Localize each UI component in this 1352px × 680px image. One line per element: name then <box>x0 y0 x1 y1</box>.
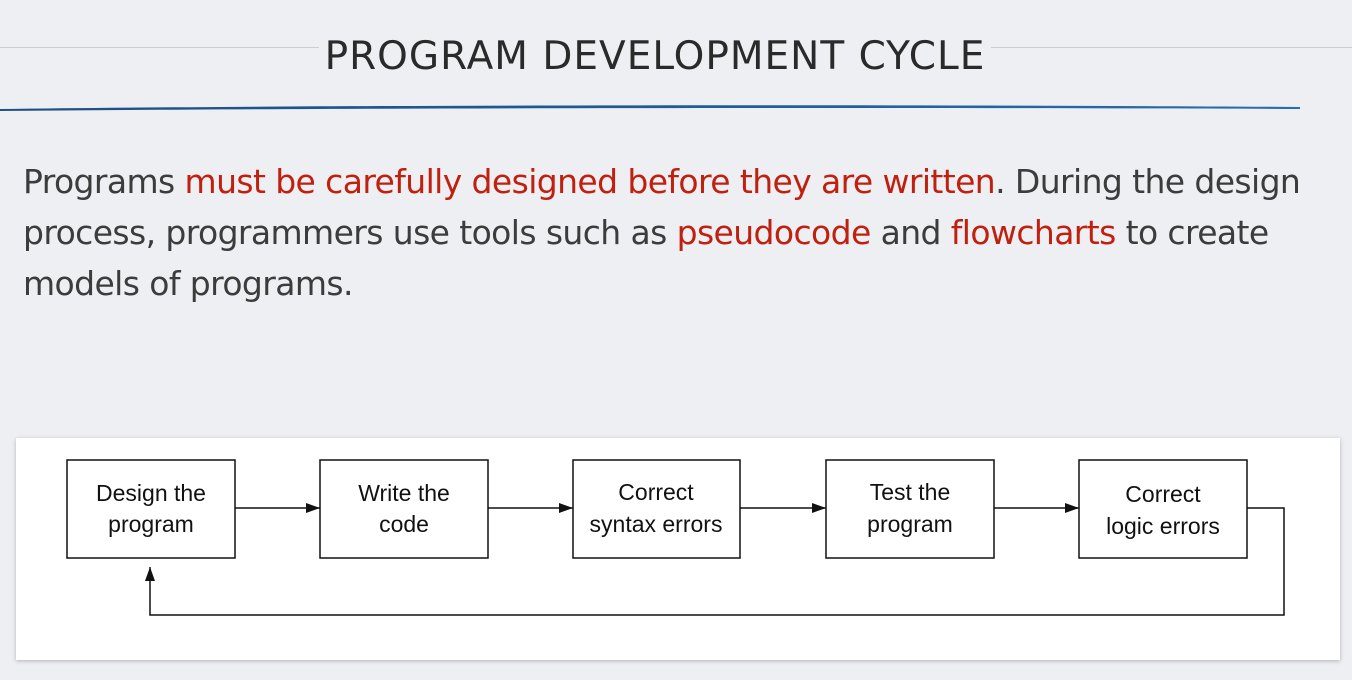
node-label-4a: Test the <box>870 479 951 505</box>
node-label-1b: program <box>108 511 194 537</box>
highlight-pseudocode: pseudocode <box>676 213 872 252</box>
node-label-3a: Correct <box>618 479 694 505</box>
node-design-program <box>66 459 236 559</box>
node-label-5a: Correct <box>1125 481 1201 507</box>
node-correct-logic-errors <box>1078 459 1248 559</box>
node-label-2a: Write the <box>358 480 450 506</box>
node-write-code <box>319 459 489 559</box>
node-label-5b: logic errors <box>1106 513 1220 539</box>
slide: PROGRAM DEVELOPMENT CYCLE Programs must … <box>0 0 1352 680</box>
node-label-1a: Design the <box>96 480 206 506</box>
slide-title-text: PROGRAM DEVELOPMENT CYCLE <box>318 34 992 79</box>
body-paragraph: Programs must be carefully designed befo… <box>23 156 1343 309</box>
title-underline-swoosh <box>0 105 1300 111</box>
highlight-careful-design: must be carefully designed before they a… <box>184 162 996 201</box>
body-text-3: and <box>870 213 951 252</box>
slide-title: PROGRAM DEVELOPMENT CYCLE <box>0 30 1310 84</box>
cycle-diagram: Design the program Write the code Correc… <box>66 459 1285 616</box>
cycle-diagram-card: Design the program Write the code Correc… <box>16 438 1340 660</box>
node-label-3b: syntax errors <box>590 511 723 537</box>
node-test-program <box>825 459 995 559</box>
node-label-2b: code <box>379 511 429 537</box>
body-text-1: Programs <box>23 162 185 201</box>
node-correct-syntax-errors <box>572 459 741 559</box>
node-label-4b: program <box>867 511 953 537</box>
highlight-flowcharts: flowcharts <box>950 213 1117 252</box>
